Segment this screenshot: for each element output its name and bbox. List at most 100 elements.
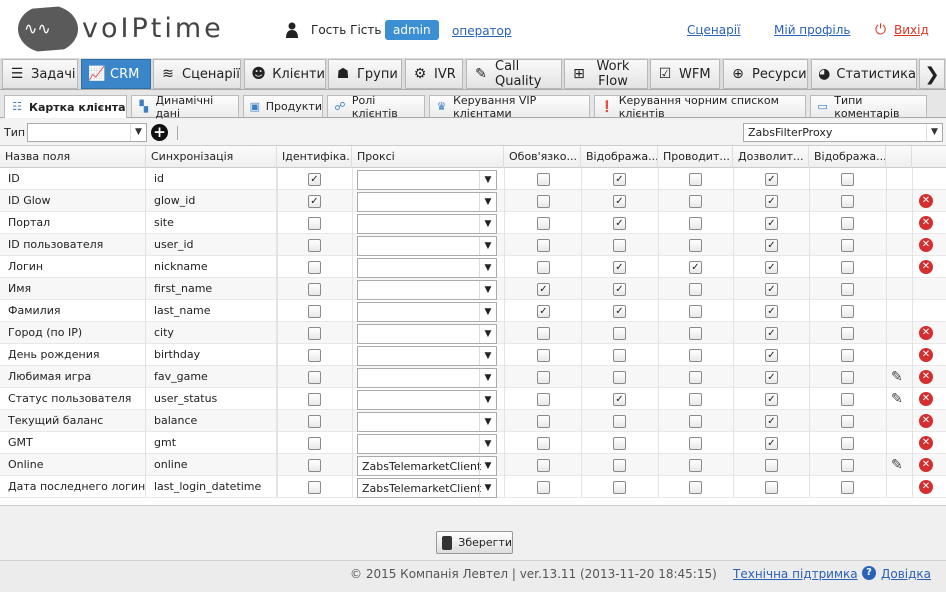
checkbox-req[interactable]	[537, 459, 550, 472]
checkbox-allow[interactable]: ✓	[765, 217, 778, 230]
proxy-select[interactable]: ▼	[357, 346, 497, 366]
checkbox-allow[interactable]: ✓	[765, 195, 778, 208]
tab-tasks[interactable]: ☰ Задачі	[2, 59, 78, 89]
checkbox-disp2[interactable]	[841, 415, 854, 428]
table-row[interactable]: ID пользователя user_id ✓ ▼ ✕	[0, 234, 946, 256]
table-row[interactable]: ID Glow glow_id ✓ ✓ ✓ ▼ ✕	[0, 190, 946, 212]
checkbox-disp[interactable]: ✓	[613, 261, 626, 274]
checkbox-disp[interactable]	[613, 239, 626, 252]
chevron-down-icon[interactable]: ▼	[926, 124, 942, 141]
checkbox-disp[interactable]	[613, 481, 626, 494]
chevron-down-icon[interactable]: ▼	[479, 413, 496, 431]
proxy-select[interactable]: ZabsTelemarketClient ▼	[357, 478, 497, 498]
table-row[interactable]: Дата последнего логин... last_login_datet…	[0, 476, 946, 498]
checkbox-allow[interactable]: ✓	[765, 283, 778, 296]
checkbox-disp[interactable]: ✓	[613, 283, 626, 296]
col-sync[interactable]: Синхронізація	[146, 146, 277, 168]
table-row[interactable]: GMT gmt ✓ ▼ ✕	[0, 432, 946, 454]
subtab-comment-types[interactable]: ▭ Типи коментарів	[810, 94, 927, 120]
checkbox-ident[interactable]	[308, 283, 321, 296]
checkbox-allow[interactable]: ✓	[765, 437, 778, 450]
checkbox-disp2[interactable]	[841, 393, 854, 406]
chevron-down-icon[interactable]: ▼	[479, 391, 496, 409]
checkbox-cond[interactable]	[689, 305, 702, 318]
save-button[interactable]: Зберегти	[436, 531, 513, 554]
checkbox-disp[interactable]: ✓	[613, 217, 626, 230]
table-row[interactable]: Любимая игра fav_game ✓ ▼ ✎ ✕	[0, 366, 946, 388]
col-field-name[interactable]: Назва поля	[0, 146, 146, 168]
checkbox-allow[interactable]	[765, 481, 778, 494]
col-conduct[interactable]: Проводит...	[658, 146, 733, 168]
table-row[interactable]: Online online ZabsTelemarketClient ▼ ✎ ✕	[0, 454, 946, 476]
tab-crm[interactable]: 📈 CRM	[81, 59, 151, 89]
checkbox-disp2[interactable]	[841, 239, 854, 252]
delete-icon[interactable]: ✕	[919, 414, 933, 428]
checkbox-req[interactable]	[537, 393, 550, 406]
checkbox-disp[interactable]	[613, 415, 626, 428]
checkbox-req[interactable]	[537, 349, 550, 362]
chevron-down-icon[interactable]: ▼	[130, 124, 146, 141]
delete-icon[interactable]: ✕	[919, 436, 933, 450]
checkbox-req[interactable]: ✓	[537, 283, 550, 296]
checkbox-allow[interactable]: ✓	[765, 371, 778, 384]
delete-icon[interactable]: ✕	[919, 370, 933, 384]
help-link[interactable]: Довідка	[881, 567, 931, 581]
delete-icon[interactable]: ✕	[919, 480, 933, 494]
checkbox-req[interactable]: ✓	[537, 305, 550, 318]
checkbox-disp[interactable]	[613, 371, 626, 384]
table-row[interactable]: Текущий баланс balance ✓ ▼ ✕	[0, 410, 946, 432]
role-badge[interactable]: admin	[385, 20, 439, 40]
checkbox-allow[interactable]: ✓	[765, 349, 778, 362]
power-icon[interactable]: ⏻	[875, 22, 886, 38]
type-select[interactable]: ▼	[27, 123, 147, 142]
delete-icon[interactable]: ✕	[919, 458, 933, 472]
checkbox-disp[interactable]	[613, 459, 626, 472]
subtab-client-roles[interactable]: ☍ Ролі клієнтів	[327, 94, 425, 120]
checkbox-allow[interactable]: ✓	[765, 393, 778, 406]
checkbox-ident[interactable]	[308, 415, 321, 428]
checkbox-req[interactable]	[537, 239, 550, 252]
checkbox-allow[interactable]	[765, 459, 778, 472]
delete-icon[interactable]: ✕	[919, 260, 933, 274]
chevron-down-icon[interactable]: ▼	[479, 193, 496, 211]
delete-icon[interactable]: ✕	[919, 392, 933, 406]
tab-scenarios[interactable]: ≋ Сценарії	[153, 59, 241, 89]
app-logo[interactable]: ∿∿ voIPtime	[18, 5, 221, 53]
checkbox-ident[interactable]	[308, 305, 321, 318]
checkbox-cond[interactable]	[689, 459, 702, 472]
checkbox-disp[interactable]	[613, 437, 626, 450]
tab-clients[interactable]: ☻ Клієнти	[244, 59, 326, 89]
chevron-down-icon[interactable]: ▼	[479, 435, 496, 453]
checkbox-disp[interactable]: ✓	[613, 305, 626, 318]
checkbox-ident[interactable]	[308, 393, 321, 406]
chevron-down-icon[interactable]: ▼	[479, 303, 496, 321]
checkbox-disp2[interactable]	[841, 173, 854, 186]
checkbox-disp2[interactable]	[841, 305, 854, 318]
proxy-select[interactable]: ▼	[357, 324, 497, 344]
proxy-select[interactable]: ▼	[357, 434, 497, 454]
checkbox-cond[interactable]	[689, 349, 702, 362]
col-identifier[interactable]: Ідентифіка...	[277, 146, 352, 168]
checkbox-disp2[interactable]	[841, 459, 854, 472]
proxy-select[interactable]: ▼	[357, 368, 497, 388]
delete-icon[interactable]: ✕	[919, 326, 933, 340]
col-proxy[interactable]: Проксі	[352, 146, 504, 168]
checkbox-allow[interactable]: ✓	[765, 173, 778, 186]
checkbox-ident[interactable]: ✓	[308, 195, 321, 208]
checkbox-allow[interactable]: ✓	[765, 415, 778, 428]
my-profile-link[interactable]: Мій профіль	[774, 23, 850, 37]
chevron-down-icon[interactable]: ▼	[479, 259, 496, 277]
delete-icon[interactable]: ✕	[919, 238, 933, 252]
checkbox-disp[interactable]: ✓	[613, 173, 626, 186]
col-allow[interactable]: Дозволит...	[733, 146, 809, 168]
tab-statistics[interactable]: ◕ Статистика	[811, 59, 917, 89]
checkbox-cond[interactable]	[689, 371, 702, 384]
proxy-select[interactable]: ▼	[357, 390, 497, 410]
checkbox-cond[interactable]	[689, 195, 702, 208]
proxy-select[interactable]: ▼	[357, 280, 497, 300]
checkbox-req[interactable]	[537, 217, 550, 230]
checkbox-ident[interactable]	[308, 239, 321, 252]
proxy-select[interactable]: ▼	[357, 170, 497, 190]
checkbox-cond[interactable]	[689, 437, 702, 450]
tab-groups[interactable]: ☗ Групи	[328, 59, 402, 89]
